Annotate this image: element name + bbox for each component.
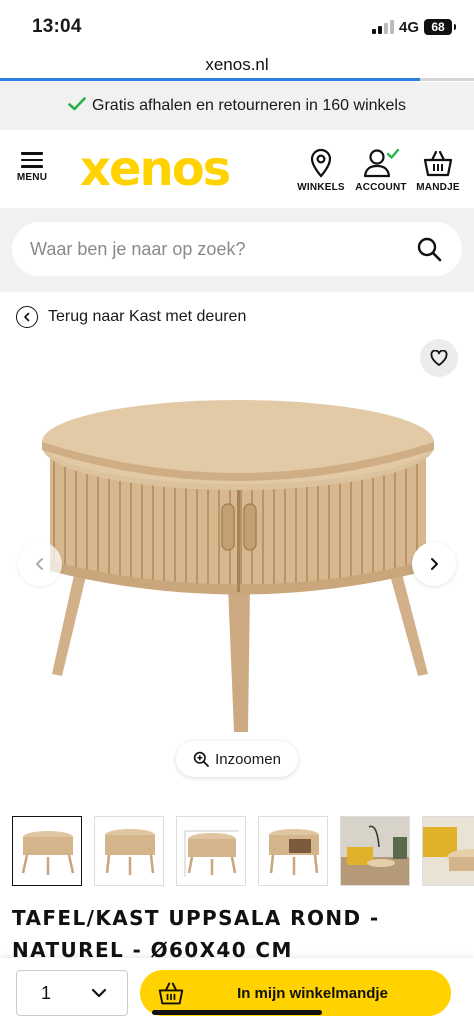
xenos-logo[interactable]: xenos — [80, 144, 231, 194]
url-text[interactable]: xenos.nl — [205, 55, 268, 74]
home-indicator — [152, 1010, 322, 1015]
signal-icon — [372, 20, 394, 34]
zoom-button[interactable]: Inzoomen — [176, 741, 298, 777]
thumbnail-6[interactable] — [422, 816, 474, 886]
next-image-button[interactable] — [412, 542, 456, 586]
chevron-right-icon — [431, 558, 438, 570]
status-time: 13:04 — [32, 16, 82, 37]
basket-icon — [423, 150, 453, 177]
winkels-label: WINKELS — [297, 182, 345, 193]
product-image — [42, 400, 434, 732]
page-load-track — [420, 78, 474, 81]
page-load-progress — [0, 78, 420, 81]
quantity-value: 1 — [41, 982, 52, 1003]
zoom-in-icon — [193, 751, 209, 767]
thumbnail-1[interactable] — [12, 816, 82, 886]
menu-label: MENU — [16, 171, 48, 183]
network-label: 4G — [399, 19, 420, 36]
quantity-select[interactable]: 1 — [16, 970, 128, 1016]
account-button[interactable]: ACCOUNT — [354, 148, 408, 193]
heart-icon — [430, 350, 448, 366]
search-input[interactable] — [30, 222, 410, 276]
mandje-button[interactable]: MANDJE — [414, 148, 462, 193]
location-pin-icon — [310, 148, 332, 178]
check-icon — [68, 96, 86, 116]
search-box[interactable] — [12, 222, 462, 276]
chevron-left-icon — [16, 306, 38, 328]
back-link[interactable]: Terug naar Kast met deuren — [16, 305, 246, 329]
menu-button[interactable]: MENU — [12, 150, 52, 194]
promo-banner: Gratis afhalen en retourneren in 160 win… — [0, 82, 474, 130]
thumbnail-5[interactable] — [340, 816, 410, 886]
site-header: MENU xenos WINKELS ACCOUNT MANDJE — [0, 130, 474, 208]
search-area — [0, 208, 474, 292]
battery-icon: 68 — [424, 19, 456, 35]
thumbnail-2[interactable] — [94, 816, 164, 886]
thumbnail-3[interactable] — [176, 816, 246, 886]
add-to-cart-label: In mijn winkelmandje — [237, 984, 388, 1002]
product-image-gallery[interactable] — [0, 336, 474, 806]
previous-image-button[interactable] — [18, 542, 62, 586]
promo-text: Gratis afhalen en retourneren in 160 win… — [92, 97, 406, 114]
favorite-button[interactable] — [420, 339, 458, 377]
chevron-down-icon — [91, 988, 107, 998]
zoom-label: Inzoomen — [215, 750, 281, 768]
winkels-button[interactable]: WINKELS — [296, 148, 346, 193]
hamburger-icon — [21, 152, 43, 168]
product-title: TAFEL/KAST UPPSALA ROND - NATUREL - Ø60X… — [12, 906, 380, 962]
mandje-label: MANDJE — [416, 182, 460, 193]
back-link-label: Terug naar Kast met deuren — [48, 308, 247, 325]
status-bar: 13:04 4G 68 — [0, 0, 474, 48]
search-icon[interactable] — [416, 236, 442, 267]
thumbnail-strip — [12, 816, 474, 888]
thumbnail-4[interactable] — [258, 816, 328, 886]
user-icon — [363, 148, 400, 178]
account-label: ACCOUNT — [355, 182, 407, 193]
browser-url-bar[interactable]: xenos.nl — [0, 48, 474, 82]
chevron-left-icon — [36, 558, 43, 570]
